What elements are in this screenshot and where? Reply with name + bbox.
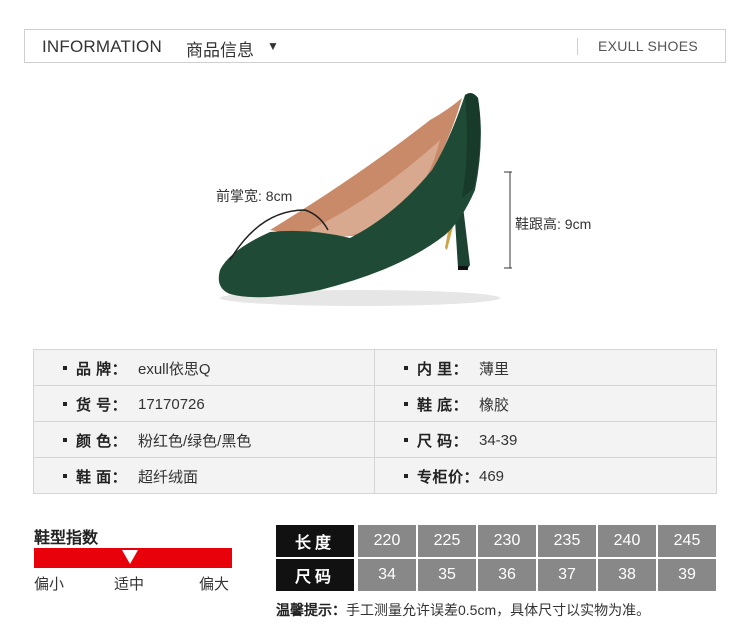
spec-key: 内 里： bbox=[417, 360, 469, 378]
header-separator bbox=[577, 38, 578, 55]
bullet-icon bbox=[404, 402, 408, 406]
size-note: 温馨提示：手工测量允许误差0.5cm，具体尺寸以实物为准。 bbox=[276, 600, 650, 620]
spec-cell: 颜 色： 粉红色/绿色/黑色 bbox=[34, 422, 375, 458]
spec-key: 鞋 底： bbox=[417, 396, 469, 414]
length-cell: 220 bbox=[358, 525, 416, 557]
header-title-en: INFORMATION bbox=[42, 37, 162, 56]
info-header: INFORMATION 商品信息 ▼ EXULL SHOES bbox=[24, 29, 726, 63]
spec-cell: 内 里： 薄里 bbox=[375, 350, 716, 386]
spec-value: 粉红色/绿色/黑色 bbox=[138, 432, 252, 450]
bullet-icon bbox=[63, 474, 67, 478]
length-header: 长度 bbox=[276, 525, 354, 557]
header-title-cn: 商品信息 bbox=[186, 41, 254, 60]
size-cell: 36 bbox=[478, 559, 536, 591]
spec-value: 34-39 bbox=[479, 431, 518, 449]
bullet-icon bbox=[63, 366, 67, 370]
spec-value: 橡胶 bbox=[479, 396, 510, 414]
spec-cell: 货 号： 17170726 bbox=[34, 386, 375, 422]
spec-value: exull依思Q bbox=[138, 360, 211, 378]
size-cell: 39 bbox=[658, 559, 716, 591]
table-row: 货 号： 17170726 鞋 底： 橡胶 bbox=[34, 386, 716, 422]
fit-label-true: 适中 bbox=[114, 576, 145, 593]
note-text: 手工测量允许误差0.5cm，具体尺寸以实物为准。 bbox=[346, 602, 651, 618]
size-cell: 37 bbox=[538, 559, 596, 591]
fit-label-large: 偏大 bbox=[199, 576, 230, 593]
spec-key: 专柜价： bbox=[417, 468, 480, 486]
bullet-icon bbox=[63, 438, 67, 442]
spec-value: 超纤绒面 bbox=[138, 468, 199, 486]
spec-cell: 专柜价： 469 bbox=[375, 458, 716, 494]
spec-key: 品 牌： bbox=[76, 360, 128, 378]
fit-marker-icon bbox=[122, 550, 138, 564]
length-cell: 240 bbox=[598, 525, 656, 557]
spec-cell: 品 牌： exull依思Q bbox=[34, 350, 375, 386]
note-label: 温馨提示： bbox=[276, 602, 346, 618]
spec-table: 品 牌： exull依思Q 内 里： 薄里 货 号： 17170726 鞋 底：… bbox=[33, 349, 717, 494]
spec-key: 货 号： bbox=[76, 396, 128, 414]
spec-cell: 鞋 底： 橡胶 bbox=[375, 386, 716, 422]
bullet-icon bbox=[63, 402, 67, 406]
fit-label-small: 偏小 bbox=[34, 576, 65, 593]
table-row: 鞋 面： 超纤绒面 专柜价： 469 bbox=[34, 458, 716, 494]
caret-down-icon: ▼ bbox=[267, 39, 279, 53]
table-row: 颜 色： 粉红色/绿色/黑色 尺 码： 34-39 bbox=[34, 422, 716, 458]
spec-cell: 尺 码： 34-39 bbox=[375, 422, 716, 458]
bullet-icon bbox=[404, 366, 408, 370]
spec-value: 薄里 bbox=[479, 360, 510, 378]
bullet-icon bbox=[404, 474, 408, 478]
table-row: 品 牌： exull依思Q 内 里： 薄里 bbox=[34, 350, 716, 386]
forefoot-width-label: 前掌宽: 8cm bbox=[216, 188, 293, 204]
spec-key: 鞋 面： bbox=[76, 468, 128, 486]
bullet-icon bbox=[404, 438, 408, 442]
spec-value: 17170726 bbox=[138, 395, 205, 413]
spec-cell: 鞋 面： 超纤绒面 bbox=[34, 458, 375, 494]
fit-index-title: 鞋型指数 bbox=[34, 530, 99, 547]
length-cell: 230 bbox=[478, 525, 536, 557]
spec-value: 469 bbox=[479, 467, 505, 485]
length-cell: 245 bbox=[658, 525, 716, 557]
length-cell: 225 bbox=[418, 525, 476, 557]
length-cell: 235 bbox=[538, 525, 596, 557]
spec-key: 尺 码： bbox=[417, 432, 469, 450]
size-cell: 38 bbox=[598, 559, 656, 591]
spec-key: 颜 色： bbox=[76, 432, 128, 450]
header-brand: EXULL SHOES bbox=[597, 38, 698, 54]
size-cell: 35 bbox=[418, 559, 476, 591]
size-header: 尺码 bbox=[276, 559, 354, 591]
heel-height-label: 鞋跟高: 9cm bbox=[515, 216, 592, 232]
size-cell: 34 bbox=[358, 559, 416, 591]
